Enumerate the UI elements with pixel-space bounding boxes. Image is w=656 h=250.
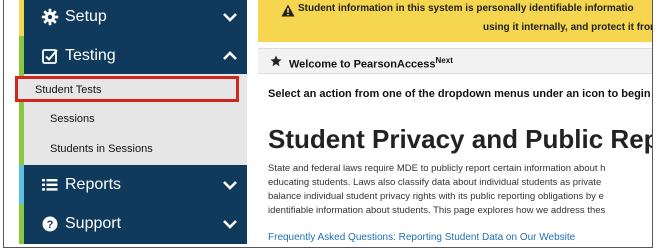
nav-testing-label: Testing [65,47,116,64]
chevron-up-icon[interactable] [222,49,238,63]
submenu-item-student-tests[interactable]: Student Tests [15,76,239,102]
nav-support[interactable]: ? Support [19,204,247,244]
privacy-alert-banner: Student information in this system is pe… [258,0,653,42]
nav-accent-bar [19,0,24,37]
warning-icon [281,4,295,17]
welcome-label: Welcome to PearsonAccess [289,58,436,71]
chevron-down-icon[interactable] [222,178,238,192]
alert-text-line2: using it internally, and protect it from… [483,22,653,33]
nav-accent-bar [19,204,24,244]
nav-accent-bar [19,36,24,76]
submenu-item-sessions[interactable]: Sessions [50,113,95,125]
chevron-down-icon[interactable] [222,217,238,231]
chevron-down-icon[interactable] [222,10,238,24]
question-icon: ? [42,216,58,232]
welcome-bar: Welcome to PearsonAccessNext [258,48,652,74]
sidebar-nav: Setup Testing Sessions Students in Sessi… [19,0,247,247]
star-icon[interactable] [270,55,282,67]
nav-reports-label: Reports [65,176,122,193]
paragraph-line: balance individual student privacy right… [268,191,604,202]
list-icon [42,179,58,191]
page-title: Student Privacy and Public Repor [268,124,653,154]
welcome-text: Welcome to PearsonAccessNext [289,56,453,71]
nav-setup[interactable]: Setup [19,0,247,37]
alert-text-line1: Student information in this system is pe… [298,3,634,14]
nav-testing[interactable]: Testing [19,36,247,76]
svg-text:?: ? [47,219,54,231]
paragraph-line: State and federal laws require MDE to pu… [268,163,606,174]
nav-support-label: Support [65,215,122,232]
submenu-item-students-in-sessions[interactable]: Students in Sessions [50,143,153,155]
instruction-text: Select an action from one of the dropdow… [268,88,653,100]
nav-setup-label: Setup [65,8,107,25]
gear-icon [41,8,59,26]
app-frame: Setup Testing Sessions Students in Sessi… [3,0,653,248]
paragraph-line: identifiable information about students.… [268,205,606,216]
faq-link[interactable]: Frequently Asked Questions: Reporting St… [268,232,575,243]
checkbox-icon [42,49,58,64]
welcome-superscript: Next [435,56,453,65]
nav-accent-bar [19,165,24,205]
paragraph-line: educating students. Laws also classify d… [268,177,602,188]
submenu-item-label: Student Tests [35,84,102,96]
nav-reports[interactable]: Reports [19,165,247,205]
